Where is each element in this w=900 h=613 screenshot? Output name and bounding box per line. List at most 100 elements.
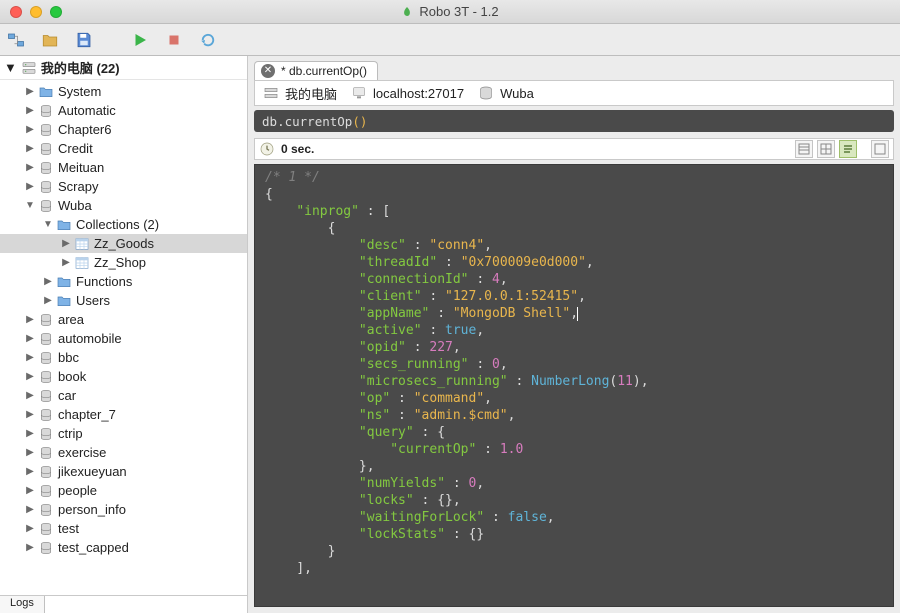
- expand-arrow-icon: ▶: [24, 371, 36, 382]
- db-icon: [38, 198, 54, 214]
- tree-item[interactable]: ▼Collections (2): [0, 215, 247, 234]
- result-line: "lockStats" : {}: [255, 526, 893, 543]
- expand-arrow-icon: ▶: [24, 181, 36, 192]
- tree-item[interactable]: ▶jikexueyuan: [0, 462, 247, 481]
- tree-item[interactable]: ▶area: [0, 310, 247, 329]
- tree-item[interactable]: ▶Meituan: [0, 158, 247, 177]
- view-tree-button[interactable]: [795, 140, 813, 158]
- tree-item[interactable]: ▼Wuba: [0, 196, 247, 215]
- maximize-result-button[interactable]: [871, 140, 889, 158]
- close-tab-icon[interactable]: ✕: [261, 64, 275, 78]
- tree-item[interactable]: ▶ Zz_Shop: [0, 253, 247, 272]
- folder-blue-icon: [38, 84, 54, 100]
- tree-item[interactable]: ▶automobile: [0, 329, 247, 348]
- open-button[interactable]: [40, 30, 60, 50]
- db-icon: [38, 426, 54, 442]
- expand-arrow-icon: ▶: [24, 504, 36, 515]
- tree-item-label: Zz_Shop: [94, 255, 146, 270]
- folder-blue-icon: [56, 293, 72, 309]
- table-icon: [74, 236, 90, 252]
- tree-item[interactable]: ▶Users: [0, 291, 247, 310]
- result-line: "query" : {: [255, 424, 893, 441]
- result-line: {: [255, 186, 893, 203]
- tree-item-label: exercise: [58, 445, 106, 460]
- breadcrumb: 我的电脑 localhost:27017 Wuba: [254, 80, 894, 106]
- tree-item[interactable]: ▶chapter_7: [0, 405, 247, 424]
- expand-arrow-icon: ▶: [24, 105, 36, 116]
- db-icon: [38, 502, 54, 518]
- tree-root[interactable]: ▼ 我的电脑 (22): [0, 56, 247, 80]
- view-table-button[interactable]: [817, 140, 835, 158]
- tree-item-label: bbc: [58, 350, 79, 365]
- expand-arrow-icon: ▶: [24, 390, 36, 401]
- tree-item[interactable]: ▶System: [0, 82, 247, 101]
- tree-item-label: book: [58, 369, 86, 384]
- db-icon: [38, 464, 54, 480]
- clock-icon: [259, 141, 275, 157]
- window-close-button[interactable]: [10, 6, 22, 18]
- expand-arrow-icon: ▼: [42, 219, 54, 230]
- query-text-fn: currentOp: [285, 114, 353, 129]
- db-icon: [38, 331, 54, 347]
- rerun-button[interactable]: [198, 30, 218, 50]
- tree-item[interactable]: ▶ctrip: [0, 424, 247, 443]
- save-button[interactable]: [74, 30, 94, 50]
- tree-item-label: person_info: [58, 502, 126, 517]
- expand-arrow-icon: ▶: [42, 276, 54, 287]
- crumb-host[interactable]: localhost:27017: [373, 86, 464, 101]
- tree-item[interactable]: ▶ exercise: [0, 443, 247, 462]
- tree-item-label: jikexueyuan: [58, 464, 127, 479]
- folder-blue-icon: [56, 274, 72, 290]
- tree-item[interactable]: ▶test: [0, 519, 247, 538]
- paren-open: (: [352, 114, 360, 129]
- crumb-db[interactable]: Wuba: [500, 86, 534, 101]
- expand-arrow-icon: ▶: [24, 485, 36, 496]
- tree-item[interactable]: ▶ Automatic: [0, 101, 247, 120]
- window-zoom-button[interactable]: [50, 6, 62, 18]
- db-icon: [38, 445, 54, 461]
- expand-arrow-icon: ▶: [60, 257, 72, 268]
- tree-item[interactable]: ▶Credit: [0, 139, 247, 158]
- crumb-connection[interactable]: 我的电脑: [285, 84, 337, 103]
- result-line: "ns" : "admin.$cmd",: [255, 407, 893, 424]
- tree-item[interactable]: ▶Scrapy: [0, 177, 247, 196]
- tree-item[interactable]: ▶Chapter6: [0, 120, 247, 139]
- result-text-view[interactable]: /* 1 */{ "inprog" : [ { "desc" : "conn4"…: [254, 164, 894, 607]
- logs-tab[interactable]: Logs: [0, 596, 45, 613]
- db-icon: [38, 388, 54, 404]
- db-icon: [38, 483, 54, 499]
- expand-arrow-icon: ▶: [24, 86, 36, 97]
- tree-item[interactable]: ▶ people: [0, 481, 247, 500]
- stop-button[interactable]: [164, 30, 184, 50]
- tree-item[interactable]: ▶test_capped: [0, 538, 247, 557]
- server-icon: [263, 85, 279, 101]
- expand-arrow-icon: ▶: [24, 428, 36, 439]
- db-icon: [38, 122, 54, 138]
- tree-item-label: people: [58, 483, 97, 498]
- result-line: },: [255, 458, 893, 475]
- query-text: .: [277, 114, 285, 129]
- tree-item[interactable]: ▶car: [0, 386, 247, 405]
- tree-item[interactable]: ▶Functions: [0, 272, 247, 291]
- document-tab[interactable]: ✕ * db.currentOp(): [254, 61, 378, 80]
- editor-area: ✕ * db.currentOp() 我的电脑 localhost:27017 …: [248, 56, 900, 613]
- result-line: "numYields" : 0,: [255, 475, 893, 492]
- tree-item[interactable]: ▶ book: [0, 367, 247, 386]
- server-icon: [21, 60, 37, 76]
- connect-button[interactable]: [6, 30, 26, 50]
- expand-arrow-icon: ▶: [24, 352, 36, 363]
- view-text-button[interactable]: [839, 140, 857, 158]
- query-input[interactable]: db.currentOp(): [254, 110, 894, 132]
- main-toolbar: [0, 24, 900, 56]
- expand-arrow-icon: ▶: [24, 409, 36, 420]
- run-button[interactable]: [130, 30, 150, 50]
- tree-item[interactable]: ▶ bbc: [0, 348, 247, 367]
- result-line: /* 1 */: [255, 169, 893, 186]
- expand-arrow-icon: ▶: [24, 447, 36, 458]
- window-minimize-button[interactable]: [30, 6, 42, 18]
- expand-arrow-icon: ▼: [4, 60, 17, 75]
- connection-tree[interactable]: ▶System▶Automatic▶Chapter6▶Credit▶Meitua…: [0, 80, 247, 595]
- tree-item-label: Automatic: [58, 103, 116, 118]
- tree-item[interactable]: ▶ person_info: [0, 500, 247, 519]
- tree-item[interactable]: ▶Zz_Goods: [0, 234, 247, 253]
